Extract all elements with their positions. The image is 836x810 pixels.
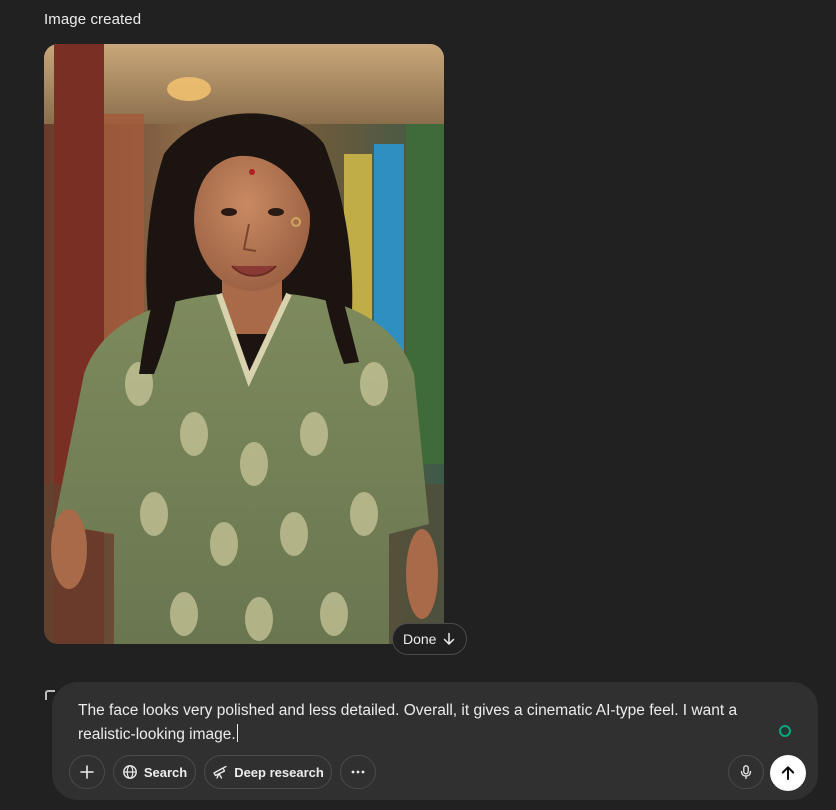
search-button[interactable]: Search [113, 755, 196, 789]
done-download-button[interactable]: Done [392, 623, 468, 655]
image-created-caption: Image created [44, 11, 142, 28]
done-label: Done [403, 631, 437, 647]
status-indicator-icon [779, 725, 791, 737]
message-composer: The face looks very polished and less de… [52, 682, 818, 800]
composer-text: The face looks very polished and less de… [78, 702, 742, 743]
arrow-up-icon [781, 766, 795, 780]
search-label: Search [143, 764, 188, 780]
chat-page: Image created Done The face looks very p… [0, 0, 836, 810]
arrow-down-icon [444, 632, 455, 645]
text-caret [236, 724, 238, 742]
telescope-icon [213, 765, 227, 779]
dictate-button[interactable] [728, 755, 764, 789]
send-button[interactable] [770, 755, 806, 791]
microphone-icon [740, 765, 752, 780]
add-attachment-button[interactable] [69, 755, 105, 789]
more-tools-button[interactable] [340, 755, 376, 789]
portrait-illustration [44, 44, 444, 644]
generated-image[interactable] [44, 44, 444, 644]
globe-icon [122, 765, 137, 779]
deep-research-button[interactable]: Deep research [204, 755, 332, 789]
composer-input[interactable]: The face looks very polished and less de… [78, 699, 768, 747]
plus-icon [80, 765, 94, 779]
deep-research-label: Deep research [234, 764, 324, 780]
more-horizontal-icon [351, 770, 365, 774]
